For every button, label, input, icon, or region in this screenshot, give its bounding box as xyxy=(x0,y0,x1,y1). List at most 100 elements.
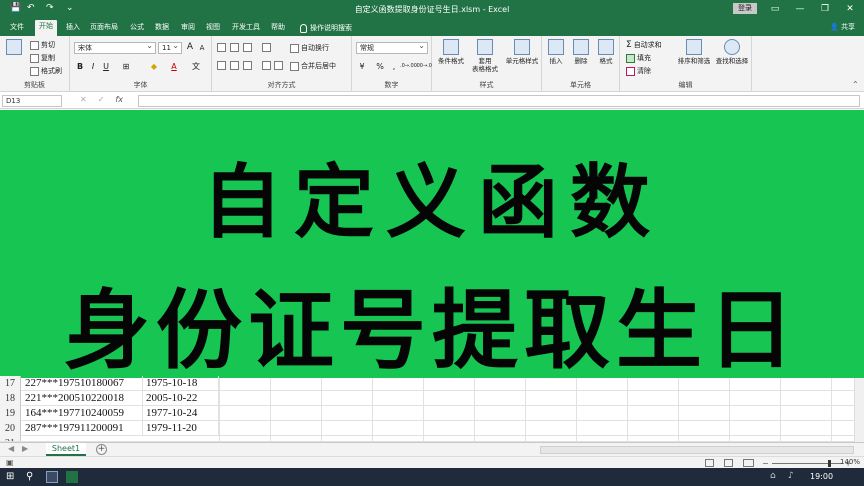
shrink-font-button[interactable]: A xyxy=(196,43,208,54)
tab-view[interactable]: 视图 xyxy=(202,21,224,36)
task-view-icon[interactable] xyxy=(46,471,58,483)
scroll-right-icon[interactable]: ▶ xyxy=(22,444,28,453)
format-as-table-button[interactable]: 套用 表格格式 xyxy=(470,39,500,73)
scroll-left-icon[interactable]: ◀ xyxy=(8,444,14,453)
format-painter-button[interactable]: 格式刷 xyxy=(30,66,62,76)
restore-icon[interactable]: ❐ xyxy=(818,2,832,16)
minimize-icon[interactable]: — xyxy=(793,2,807,16)
row-header[interactable]: 20 xyxy=(0,421,21,436)
zoom-out-icon[interactable]: − xyxy=(762,459,769,468)
delete-cells-button[interactable]: 删除 xyxy=(569,39,593,65)
tab-developer[interactable]: 开发工具 xyxy=(228,21,264,36)
autosum-button[interactable]: Σ 自动求和 xyxy=(626,40,662,50)
zoom-level[interactable]: 140% xyxy=(840,458,860,466)
macro-record-icon[interactable]: ▣ xyxy=(6,458,14,467)
birthday-cell[interactable]: 1975-10-18 xyxy=(143,376,219,391)
id-cell[interactable]: 287***197911200091 xyxy=(22,421,143,436)
format-cells-button[interactable]: 格式 xyxy=(594,39,618,65)
orientation-icon[interactable] xyxy=(262,43,271,52)
percent-button[interactable]: % xyxy=(374,61,386,72)
normal-view-icon[interactable] xyxy=(705,459,714,467)
formula-input[interactable] xyxy=(138,95,860,107)
clear-button[interactable]: 清除 xyxy=(626,66,651,76)
conditional-formatting-button[interactable]: 条件格式 xyxy=(436,39,466,65)
row-header[interactable]: 19 xyxy=(0,406,21,421)
add-sheet-button[interactable]: + xyxy=(96,444,107,455)
tab-help[interactable]: 帮助 xyxy=(267,21,289,36)
sort-filter-button[interactable]: 排序和筛选 xyxy=(676,39,712,65)
id-cell[interactable]: 164***197710240059 xyxy=(22,406,143,421)
merge-center-button[interactable]: 合并后居中 xyxy=(290,61,336,71)
sheet-tab-sheet1[interactable]: Sheet1 xyxy=(46,443,86,456)
align-middle-icon[interactable] xyxy=(230,43,239,52)
align-left-icon[interactable] xyxy=(217,61,226,70)
page-break-view-icon[interactable] xyxy=(743,459,754,467)
wrap-text-button[interactable]: 自动换行 xyxy=(290,43,329,53)
grow-font-button[interactable]: A xyxy=(184,42,196,53)
birthday-cell[interactable]: 2005-10-22 xyxy=(143,391,219,406)
increase-indent-icon[interactable] xyxy=(274,61,283,70)
currency-button[interactable]: ¥ xyxy=(356,61,368,72)
excel-app-icon[interactable] xyxy=(66,471,78,483)
clock[interactable]: 19:00 xyxy=(810,472,833,481)
id-cell[interactable]: 227***197510180067 xyxy=(22,376,143,391)
insert-cells-button[interactable]: 插入 xyxy=(544,39,568,65)
tab-file[interactable]: 文件 xyxy=(6,21,28,36)
zoom-thumb[interactable] xyxy=(827,459,831,467)
tab-insert[interactable]: 插入 xyxy=(62,21,84,36)
ribbon-display-options-icon[interactable]: ▭ xyxy=(768,2,782,16)
close-icon[interactable]: ✕ xyxy=(843,2,857,16)
bold-button[interactable]: B xyxy=(74,61,86,72)
tab-formulas[interactable]: 公式 xyxy=(126,21,148,36)
fill-button[interactable]: 填充 xyxy=(626,53,651,63)
align-bottom-icon[interactable] xyxy=(243,43,252,52)
decrease-decimal-button[interactable]: .00→.0 xyxy=(415,61,432,72)
comma-button[interactable]: , xyxy=(388,61,400,72)
volume-icon[interactable]: ♪ xyxy=(788,471,800,483)
cancel-icon[interactable]: ✕ xyxy=(80,95,87,104)
tab-review[interactable]: 审阅 xyxy=(177,21,199,36)
copy-button[interactable]: 复制 xyxy=(30,53,55,63)
tab-home[interactable]: 开始 xyxy=(35,20,57,36)
font-name-dropdown[interactable]: 宋体 xyxy=(74,41,156,54)
insert-function-icon[interactable]: fx xyxy=(115,95,123,104)
border-button[interactable]: ⊞ xyxy=(120,61,132,72)
align-right-icon[interactable] xyxy=(243,61,252,70)
birthday-cell[interactable]: 1977-10-24 xyxy=(143,406,219,421)
italic-button[interactable]: I xyxy=(87,61,99,72)
tab-data[interactable]: 数据 xyxy=(151,21,173,36)
collapse-ribbon-icon[interactable]: ⌃ xyxy=(852,80,859,89)
tell-me-search[interactable]: 操作说明搜索 xyxy=(296,21,356,36)
horizontal-scrollbar[interactable] xyxy=(540,446,854,454)
align-center-icon[interactable] xyxy=(230,61,239,70)
birthday-cell[interactable]: 1979-11-20 xyxy=(143,421,219,436)
phonetic-button[interactable]: 文 xyxy=(190,61,202,72)
windows-start-icon[interactable]: ⊞ xyxy=(6,471,18,483)
vertical-scrollbar[interactable] xyxy=(854,378,864,442)
row-header[interactable]: 18 xyxy=(0,391,21,406)
paste-button[interactable] xyxy=(2,39,26,57)
network-icon[interactable]: ⌂ xyxy=(770,471,782,483)
decrease-indent-icon[interactable] xyxy=(262,61,271,70)
cell-styles-button[interactable]: 单元格样式 xyxy=(504,39,540,65)
zoom-track[interactable] xyxy=(771,459,842,467)
login-button[interactable]: 登录 xyxy=(733,3,757,14)
enter-icon[interactable]: ✓ xyxy=(98,95,105,104)
fill-color-button[interactable]: ◆ xyxy=(148,61,160,72)
row-header[interactable]: 17 xyxy=(0,376,21,391)
cut-button[interactable]: 剪切 xyxy=(30,40,55,50)
increase-decimal-button[interactable]: .0→.00 xyxy=(400,61,417,72)
id-cell[interactable]: 221***200510220018 xyxy=(22,391,143,406)
search-icon[interactable]: ⚲ xyxy=(26,471,38,483)
worksheet-grid[interactable]: 17 227***197510180067 1975-10-18 18 221*… xyxy=(0,376,864,442)
align-top-icon[interactable] xyxy=(217,43,226,52)
font-color-button[interactable]: A xyxy=(168,61,180,72)
number-format-dropdown[interactable]: 常规 xyxy=(356,41,428,54)
font-size-dropdown[interactable]: 11 xyxy=(158,41,182,54)
page-layout-view-icon[interactable] xyxy=(724,459,733,467)
share-button[interactable]: 👤 共享 xyxy=(826,21,859,36)
name-box[interactable]: D13 xyxy=(2,95,62,107)
underline-button[interactable]: U xyxy=(100,61,112,72)
tab-page-layout[interactable]: 页面布局 xyxy=(86,21,122,36)
find-select-button[interactable]: 查找和选择 xyxy=(714,39,750,65)
